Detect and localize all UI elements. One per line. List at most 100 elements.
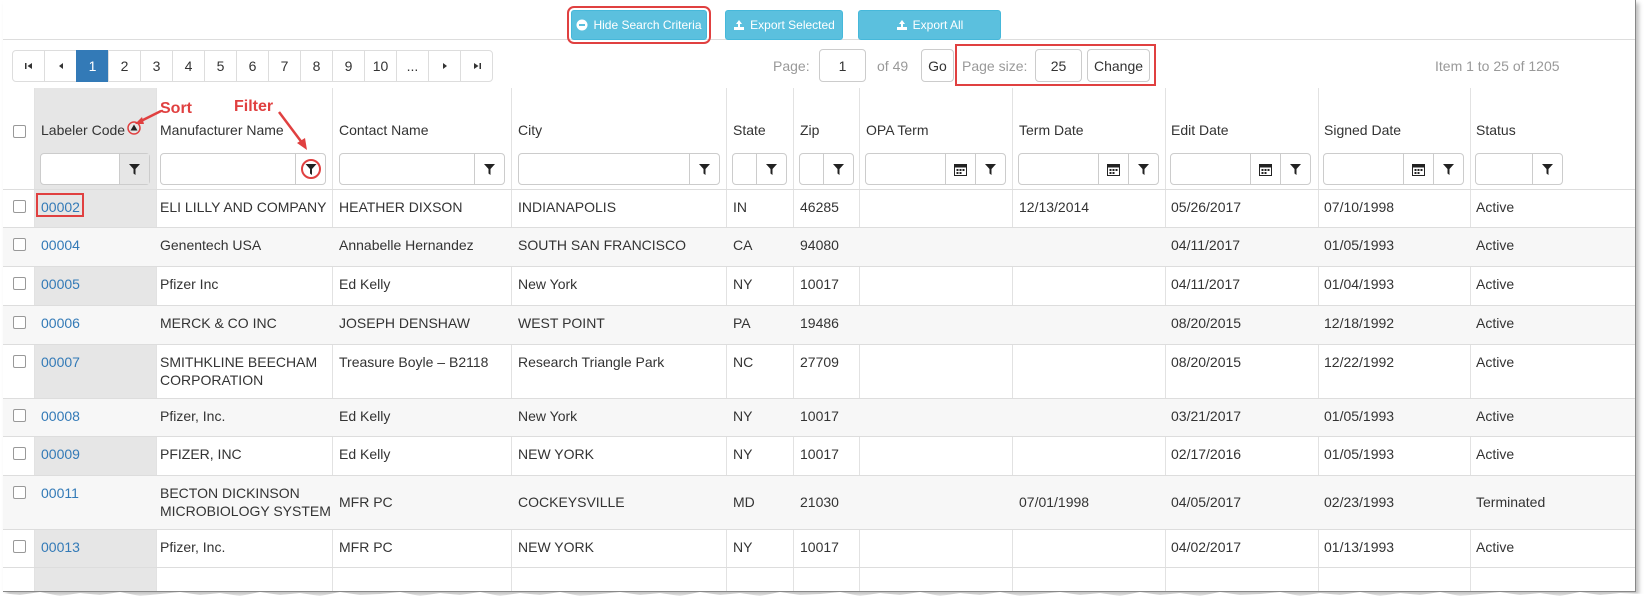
term-date-filter-input[interactable] (1018, 153, 1159, 185)
next-page-button[interactable] (428, 50, 461, 82)
page-button-5[interactable]: 5 (204, 50, 237, 82)
column-header-contact-name[interactable]: Contact Name (339, 122, 428, 138)
status-filter-button[interactable] (1532, 154, 1562, 184)
export-all-label: Export All (912, 18, 964, 32)
term-date-calendar-button[interactable] (1098, 154, 1128, 184)
page-number-input[interactable]: 1 (819, 49, 866, 82)
labeler-code-link[interactable]: 00006 (41, 314, 80, 333)
cell-state: NY (733, 539, 753, 555)
first-page-button[interactable] (12, 50, 45, 82)
column-header-zip[interactable]: Zip (800, 122, 819, 138)
row-select-checkbox[interactable] (13, 409, 26, 422)
page-button-4[interactable]: 4 (172, 50, 205, 82)
cell-edit-date: 08/20/2015 (1171, 315, 1242, 331)
column-header-status[interactable]: Status (1476, 122, 1516, 138)
page-button-9[interactable]: 9 (332, 50, 365, 82)
table-row[interactable]: 00002 ELI LILLY AND COMPANY HEATHER DIXSON… (3, 190, 1635, 228)
cell-city: Research Triangle Park (518, 354, 665, 370)
table-row[interactable]: 00011 BECTON DICKINSON MICROBIOLOGY SYSTEM… (3, 476, 1635, 530)
labeler-code-link[interactable]: 00013 (41, 538, 80, 557)
labeler-code-link[interactable]: 00005 (41, 275, 80, 294)
column-header-city[interactable]: City (518, 122, 542, 138)
cell-signed-date: 12/18/1992 (1324, 315, 1395, 331)
cell-state: NY (733, 446, 753, 462)
labeler-code-link[interactable]: 00007 (41, 353, 80, 372)
row-select-checkbox[interactable] (13, 540, 26, 553)
more-pages-button[interactable]: ... (396, 50, 429, 82)
manufacturer-name-filter-input[interactable] (160, 153, 326, 185)
term-date-filter-button[interactable] (1128, 154, 1158, 184)
prev-page-button[interactable] (44, 50, 77, 82)
cell-manufacturer-name: CORPORATION (160, 372, 264, 388)
cell-city: NEW YORK (518, 446, 594, 462)
export-all-button[interactable]: Export All (858, 10, 1001, 40)
row-select-checkbox[interactable] (13, 277, 26, 290)
page-button-6[interactable]: 6 (236, 50, 269, 82)
cell-state: PA (733, 315, 751, 331)
row-select-checkbox[interactable] (13, 316, 26, 329)
table-row[interactable]: 00007 SMITHKLINE BEECHAM CORPORATION Treasu… (3, 345, 1635, 399)
labeler-code-link[interactable]: 00008 (41, 407, 80, 426)
row-select-checkbox[interactable] (13, 238, 26, 251)
signed-date-calendar-button[interactable] (1403, 154, 1433, 184)
zip-filter-input[interactable] (799, 153, 854, 185)
row-select-checkbox[interactable] (13, 200, 26, 213)
table-row[interactable]: 00009 PFIZER, INC Ed Kelly NEW YORK NY 10017 0… (3, 437, 1635, 476)
column-header-manufacturer-name[interactable]: Manufacturer Name (160, 122, 284, 138)
labeler-code-link[interactable]: 00009 (41, 445, 80, 464)
page-button-3[interactable]: 3 (140, 50, 173, 82)
table-row[interactable]: 00005 Pfizer Inc Ed Kelly New York NY 10017 04… (3, 267, 1635, 306)
edit-date-filter-button[interactable] (1280, 154, 1310, 184)
labeler-code-filter-input[interactable] (40, 153, 150, 185)
go-button[interactable]: Go (921, 49, 954, 82)
filter-icon (985, 163, 996, 175)
page-button-8[interactable]: 8 (300, 50, 333, 82)
manufacturer-name-filter-button[interactable] (295, 154, 325, 184)
export-selected-button[interactable]: Export Selected (725, 10, 843, 40)
table-row[interactable]: 00006 MERCK & CO INC JOSEPH DENSHAW WEST PO… (3, 306, 1635, 345)
column-header-edit-date[interactable]: Edit Date (1171, 122, 1229, 138)
last-page-button[interactable] (460, 50, 493, 82)
table-row[interactable]: 00008 Pfizer, Inc. Ed Kelly New York NY 10017… (3, 399, 1635, 437)
page-button-7[interactable]: 7 (268, 50, 301, 82)
status-filter-input[interactable] (1475, 153, 1563, 185)
opa-term-calendar-button[interactable] (945, 154, 975, 184)
torn-edge-decoration (0, 592, 1645, 599)
state-filter-input[interactable] (732, 153, 787, 185)
labeler-code-link[interactable]: 00011 (41, 484, 79, 503)
city-filter-button[interactable] (689, 154, 719, 184)
opa-term-filter-button[interactable] (975, 154, 1005, 184)
state-filter-button[interactable] (756, 154, 786, 184)
hide-search-criteria-button[interactable]: Hide Search Criteria (567, 6, 711, 44)
export-icon (734, 20, 745, 30)
column-header-opa-term[interactable]: OPA Term (866, 122, 929, 138)
edit-date-filter-input[interactable] (1170, 153, 1311, 185)
row-select-checkbox[interactable] (13, 355, 26, 368)
row-select-checkbox[interactable] (13, 486, 26, 499)
column-header-state[interactable]: State (733, 122, 766, 138)
table-row[interactable]: 00004 Genentech USA Annabelle Hernandez SOU… (3, 228, 1635, 267)
signed-date-filter-button[interactable] (1433, 154, 1463, 184)
page-size-input[interactable]: 25 (1035, 49, 1082, 82)
page-button-10[interactable]: 10 (364, 50, 397, 82)
column-header-labeler-code[interactable]: Labeler Code (41, 122, 125, 138)
change-page-size-button[interactable]: Change (1087, 49, 1150, 82)
opa-term-filter-input[interactable] (865, 153, 1006, 185)
zip-filter-button[interactable] (823, 154, 853, 184)
column-header-term-date[interactable]: Term Date (1019, 122, 1084, 138)
city-filter-input[interactable] (518, 153, 720, 185)
cell-state: NY (733, 276, 753, 292)
contact-name-filter-button[interactable] (474, 154, 504, 184)
edit-date-calendar-button[interactable] (1250, 154, 1280, 184)
page-button-2[interactable]: 2 (108, 50, 141, 82)
page-button-1[interactable]: 1 (76, 50, 109, 82)
row-select-checkbox[interactable] (13, 447, 26, 460)
table-row[interactable]: 00013 Pfizer, Inc. MFR PC NEW YORK NY 10017 04… (3, 530, 1635, 568)
cell-signed-date: 01/04/1993 (1324, 276, 1395, 292)
column-header-signed-date[interactable]: Signed Date (1324, 122, 1401, 138)
labeler-code-link[interactable]: 00004 (41, 236, 80, 255)
labeler-code-filter-button[interactable] (119, 154, 149, 184)
select-all-checkbox[interactable] (13, 125, 26, 138)
contact-name-filter-input[interactable] (339, 153, 505, 185)
signed-date-filter-input[interactable] (1323, 153, 1464, 185)
